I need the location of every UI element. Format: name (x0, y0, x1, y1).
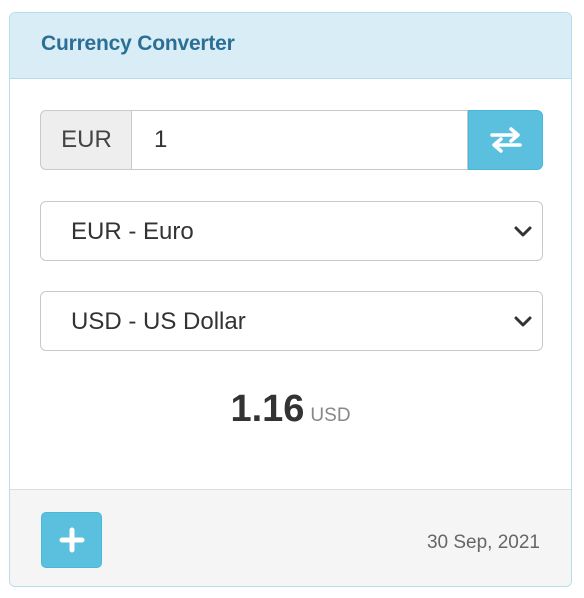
amount-input[interactable] (131, 110, 468, 170)
result-unit: USD (310, 405, 351, 426)
rate-date: 30 Sep, 2021 (426, 532, 540, 553)
chevron-down-icon (514, 316, 532, 327)
to-currency-value: USD - US Dollar (71, 308, 246, 335)
chevron-down-icon (514, 226, 532, 237)
swap-arrows-icon (489, 127, 522, 153)
result-value: 1.16 (230, 388, 305, 430)
panel-header: Currency Converter (10, 13, 571, 79)
swap-currencies-button[interactable] (468, 110, 543, 170)
currency-converter-panel: Currency Converter EUR EUR - Euro USD - … (9, 12, 572, 587)
to-currency-select[interactable]: USD - US Dollar (40, 291, 543, 351)
panel-title: Currency Converter (41, 32, 235, 55)
plus-icon (59, 527, 84, 553)
conversion-result: 1.16 USD (10, 388, 571, 431)
amount-input-group: EUR (40, 110, 543, 170)
panel-footer: 30 Sep, 2021 (10, 489, 571, 586)
base-currency-addon: EUR (40, 110, 132, 170)
from-currency-value: EUR - Euro (71, 218, 194, 245)
from-currency-select[interactable]: EUR - Euro (40, 201, 543, 261)
add-converter-button[interactable] (41, 512, 102, 568)
